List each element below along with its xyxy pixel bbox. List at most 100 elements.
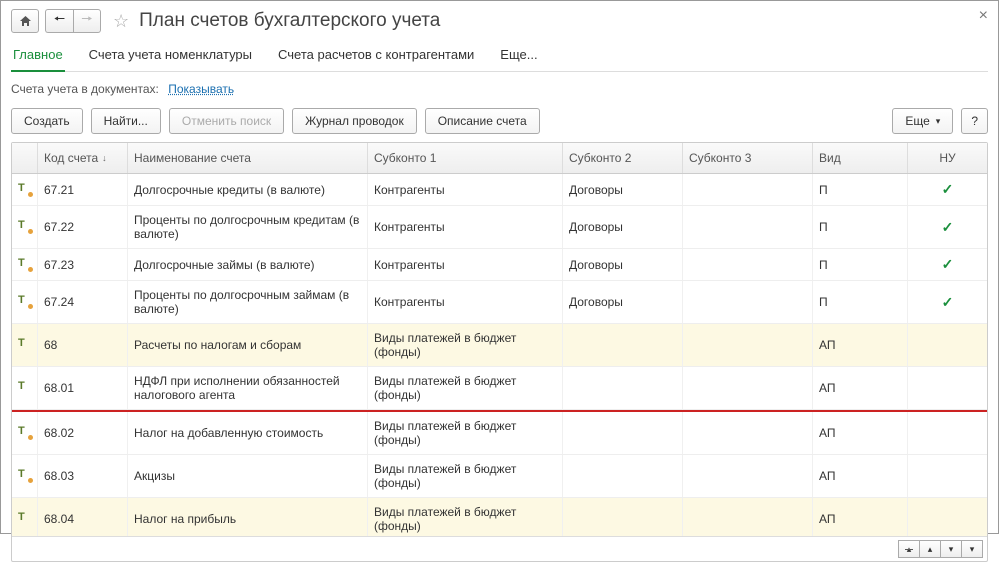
tabs: Главное Счета учета номенклатуры Счета р… <box>11 43 988 72</box>
check-icon: ✓ <box>942 181 954 198</box>
cancel-search-button[interactable]: Отменить поиск <box>169 108 284 134</box>
page-title: План счетов бухгалтерского учета <box>139 10 440 32</box>
page-last-button[interactable]: ▾ <box>961 540 983 558</box>
col-vid[interactable]: Вид <box>813 143 908 173</box>
row-name: Налог на добавленную стоимость <box>128 412 368 454</box>
row-sk1: Контрагенты <box>368 249 563 280</box>
row-code: 68.03 <box>38 455 128 497</box>
row-sk1: Виды платежей в бюджет (фонды) <box>368 455 563 497</box>
account-icon <box>18 470 31 482</box>
row-sk1: Виды платежей в бюджет (фонды) <box>368 367 563 409</box>
table-row[interactable]: 67.24Проценты по долгосрочным займам (в … <box>12 281 987 324</box>
row-sk3 <box>683 455 813 497</box>
row-sk3 <box>683 412 813 454</box>
row-sk3 <box>683 367 813 409</box>
col-nu[interactable]: НУ <box>908 143 987 173</box>
row-sk2: Договоры <box>563 174 683 205</box>
row-vid: П <box>813 206 908 248</box>
table-row[interactable]: 67.23Долгосрочные займы (в валюте)Контра… <box>12 249 987 281</box>
show-link[interactable]: Показывать <box>168 82 234 96</box>
row-nu: ✓ <box>908 249 987 280</box>
row-sk3 <box>683 281 813 323</box>
col-code[interactable]: Код счета ↓ <box>38 143 128 173</box>
row-sk2: Договоры <box>563 281 683 323</box>
row-nu <box>908 367 987 409</box>
row-name: Акцизы <box>128 455 368 497</box>
table-row[interactable]: 68.04Налог на прибыльВиды платежей в бюд… <box>12 498 987 536</box>
journal-button[interactable]: Журнал проводок <box>292 108 417 134</box>
tab-main[interactable]: Главное <box>11 43 65 72</box>
check-icon: ✓ <box>942 219 954 236</box>
col-name[interactable]: Наименование счета <box>128 143 368 173</box>
row-nu: ✓ <box>908 281 987 323</box>
help-button[interactable]: ? <box>961 108 988 134</box>
account-icon <box>18 427 31 439</box>
row-name: Проценты по долгосрочным займам (в валют… <box>128 281 368 323</box>
docs-accounts-row: Счета учета в документах: Показывать <box>11 82 988 96</box>
close-icon[interactable]: × <box>979 7 988 25</box>
back-button[interactable]: 🠔 <box>45 9 73 33</box>
col-subkonto3[interactable]: Субконто 3 <box>683 143 813 173</box>
page-first-button[interactable]: ▴ <box>898 540 920 558</box>
page-up-button[interactable]: ▴ <box>919 540 941 558</box>
account-icon <box>18 513 31 525</box>
table-row[interactable]: 68.01НДФЛ при исполнении обязанностей на… <box>12 367 987 410</box>
account-icon <box>18 382 31 394</box>
row-nu <box>908 455 987 497</box>
row-icon-cell <box>12 249 38 280</box>
grid-header: Код счета ↓ Наименование счета Субконто … <box>12 143 987 174</box>
favorite-icon[interactable]: ☆ <box>113 11 129 32</box>
row-name: Расчеты по налогам и сборам <box>128 324 368 366</box>
row-sk3 <box>683 174 813 205</box>
row-sk3 <box>683 498 813 536</box>
row-vid: АП <box>813 324 908 366</box>
create-button[interactable]: Создать <box>11 108 83 134</box>
row-sk2: Договоры <box>563 249 683 280</box>
row-sk3 <box>683 249 813 280</box>
account-icon <box>18 259 31 271</box>
nav-group: 🠔 🠖 <box>45 9 101 33</box>
col-subkonto1[interactable]: Субконто 1 <box>368 143 563 173</box>
row-name: Долгосрочные займы (в валюте) <box>128 249 368 280</box>
account-icon <box>18 221 31 233</box>
row-icon-cell <box>12 324 38 366</box>
home-button[interactable] <box>11 9 39 33</box>
forward-button[interactable]: 🠖 <box>73 9 101 33</box>
more-button[interactable]: Еще <box>892 108 953 134</box>
find-button[interactable]: Найти... <box>91 108 161 134</box>
table-row[interactable]: 67.21Долгосрочные кредиты (в валюте)Конт… <box>12 174 987 206</box>
table-row[interactable]: 67.22Проценты по долгосрочным кредитам (… <box>12 206 987 249</box>
tab-more[interactable]: Еще... <box>498 43 539 71</box>
account-icon <box>18 296 31 308</box>
window: × 🠔 🠖 ☆ План счетов бухгалтерского учета… <box>0 0 999 534</box>
row-icon-cell <box>12 412 38 454</box>
check-icon: ✓ <box>942 256 954 273</box>
tab-counterparties[interactable]: Счета расчетов с контрагентами <box>276 43 476 71</box>
tab-nomenclature[interactable]: Счета учета номенклатуры <box>87 43 254 71</box>
row-sk3 <box>683 324 813 366</box>
row-sk1: Виды платежей в бюджет (фонды) <box>368 498 563 536</box>
row-name: Долгосрочные кредиты (в валюте) <box>128 174 368 205</box>
account-icon <box>18 339 31 351</box>
row-vid: П <box>813 174 908 205</box>
page-down-button[interactable]: ▾ <box>940 540 962 558</box>
table-row[interactable]: 68.02Налог на добавленную стоимостьВиды … <box>12 410 987 455</box>
col-subkonto2[interactable]: Субконто 2 <box>563 143 683 173</box>
col-icon[interactable] <box>12 143 38 173</box>
row-name: Проценты по долгосрочным кредитам (в вал… <box>128 206 368 248</box>
row-sk1: Контрагенты <box>368 281 563 323</box>
row-nu <box>908 412 987 454</box>
row-icon-cell <box>12 174 38 205</box>
row-sk2 <box>563 455 683 497</box>
table-row[interactable]: 68Расчеты по налогам и сборамВиды платеж… <box>12 324 987 367</box>
docs-accounts-label: Счета учета в документах: <box>11 82 159 96</box>
row-sk1: Контрагенты <box>368 174 563 205</box>
row-code: 67.21 <box>38 174 128 205</box>
row-code: 68 <box>38 324 128 366</box>
table-row[interactable]: 68.03АкцизыВиды платежей в бюджет (фонды… <box>12 455 987 498</box>
row-icon-cell <box>12 206 38 248</box>
description-button[interactable]: Описание счета <box>425 108 540 134</box>
row-code: 67.22 <box>38 206 128 248</box>
row-name: Налог на прибыль <box>128 498 368 536</box>
row-icon-cell <box>12 498 38 536</box>
